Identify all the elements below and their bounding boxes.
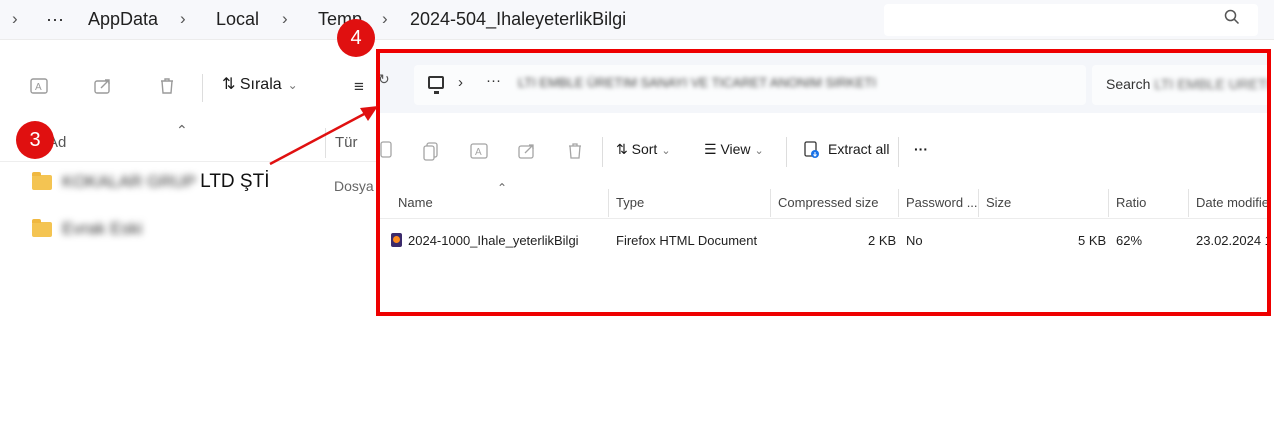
file-password: No bbox=[906, 233, 923, 248]
column-separator[interactable] bbox=[770, 189, 771, 217]
chevron-down-icon: ⌄ bbox=[661, 145, 671, 157]
column-separator[interactable] bbox=[1108, 189, 1109, 217]
column-header-password[interactable]: Password ... bbox=[906, 195, 978, 210]
zip-toolbar: A ⇅ Sort ⌄ ☰ View ⌄ Extract all ··· bbox=[380, 129, 1267, 173]
zip-column-header: ⌃ Name Type Compressed size Password ...… bbox=[380, 181, 1267, 219]
chevron-right-icon: › bbox=[282, 9, 288, 28]
column-separator[interactable] bbox=[898, 189, 899, 217]
extract-all-button[interactable]: Extract all bbox=[828, 141, 889, 157]
column-header-date-modified[interactable]: Date modified bbox=[1196, 195, 1267, 210]
file-compressed-size: 2 KB bbox=[868, 233, 897, 248]
delete-icon[interactable] bbox=[564, 141, 586, 166]
more-options-button[interactable]: ··· bbox=[914, 141, 928, 157]
zip-view-button[interactable]: ☰ View ⌄ bbox=[704, 141, 764, 158]
sort-ascending-icon: ⌃ bbox=[497, 181, 508, 195]
folder-name-blurred: Evrak Eski bbox=[62, 219, 143, 238]
column-header-type[interactable]: Tür bbox=[335, 134, 358, 151]
share-icon[interactable] bbox=[92, 76, 114, 98]
breadcrumb-ellipsis[interactable]: ··· bbox=[486, 72, 501, 89]
chevron-right-icon[interactable]: › bbox=[12, 9, 18, 29]
share-icon[interactable] bbox=[516, 141, 538, 166]
zip-address-bar: ↻ › ··· LTI EMBLE ÜRETIM SANAYI VE TICAR… bbox=[380, 53, 1267, 113]
breadcrumb-item-current-folder[interactable]: 2024-504_IhaleyeterlikBilgi bbox=[410, 9, 626, 30]
column-header-compressed-size[interactable]: Compressed size bbox=[778, 195, 878, 210]
cut-icon[interactable] bbox=[380, 141, 398, 164]
background-column-header: ⌃ Ad Tür bbox=[0, 122, 380, 162]
column-header-type[interactable]: Type bbox=[616, 195, 644, 210]
file-size: 5 KB bbox=[1078, 233, 1107, 248]
background-search-box[interactable] bbox=[884, 4, 1258, 36]
file-type: Firefox HTML Document bbox=[616, 233, 758, 248]
sort-ascending-icon: ⌃ bbox=[176, 122, 188, 138]
column-header-size[interactable]: Size bbox=[986, 195, 1011, 210]
column-separator[interactable] bbox=[1188, 189, 1189, 217]
background-sort-button[interactable]: ⇅ Sırala ⌄ bbox=[222, 74, 298, 94]
view-icon[interactable]: ≡ bbox=[348, 76, 370, 98]
toolbar-divider bbox=[602, 137, 603, 167]
folder-name-suffix: LTD ŞTİ bbox=[200, 171, 270, 192]
extract-icon bbox=[804, 141, 819, 158]
view-icon: ☰ bbox=[704, 141, 717, 157]
zip-window-highlight: ↻ › ··· LTI EMBLE ÜRETIM SANAYI VE TICAR… bbox=[376, 49, 1271, 316]
search-blurred: LTI EMBLE URETIM bbox=[1154, 76, 1271, 92]
callout-badge-3: 3 bbox=[16, 121, 54, 159]
breadcrumb-ellipsis[interactable]: ··· bbox=[46, 9, 64, 30]
chevron-right-icon: › bbox=[382, 9, 388, 28]
rename-icon[interactable]: A bbox=[28, 76, 50, 98]
file-ratio: 62% bbox=[1116, 233, 1143, 248]
zip-search-box[interactable]: Search LTI EMBLE URETIM bbox=[1092, 65, 1271, 105]
sort-label: Sort bbox=[631, 141, 658, 157]
search-label: Search bbox=[1106, 76, 1151, 92]
chevron-down-icon: ⌄ bbox=[754, 145, 764, 157]
rename-icon[interactable]: A bbox=[468, 141, 490, 166]
refresh-icon[interactable]: ↻ bbox=[380, 71, 390, 88]
monitor-icon bbox=[428, 76, 444, 94]
chevron-right-icon[interactable]: › bbox=[458, 74, 463, 91]
view-label: View bbox=[720, 141, 751, 157]
column-separator[interactable] bbox=[325, 128, 326, 158]
file-date-modified: 23.02.2024 10: bbox=[1196, 233, 1267, 248]
toolbar-divider bbox=[202, 74, 203, 102]
background-address-bar: › ··· AppData › Local › Temp › 2024-504_… bbox=[0, 0, 1274, 40]
chevron-down-icon: ⌄ bbox=[287, 78, 298, 92]
folder-name-blurred: KOKALAR GRUP bbox=[62, 172, 197, 191]
column-separator[interactable] bbox=[978, 189, 979, 217]
callout-badge-4: 4 bbox=[337, 19, 375, 57]
column-header-ratio[interactable]: Ratio bbox=[1116, 195, 1146, 210]
search-placeholder: Search LTI EMBLE URETIM bbox=[1106, 76, 1271, 92]
sort-label: Sırala bbox=[239, 76, 282, 93]
file-name: 2024-1000_Ihale_yeterlikBilgi bbox=[408, 233, 579, 248]
column-header-name[interactable]: Name bbox=[398, 195, 433, 210]
sort-icon: ⇅ bbox=[616, 141, 628, 157]
chevron-right-icon: › bbox=[180, 9, 186, 28]
folder-icon bbox=[32, 218, 52, 237]
zip-path-blurred: LTI EMBLE ÜRETIM SANAYI VE TICARET ANONI… bbox=[518, 75, 877, 90]
table-row[interactable]: 2024-1000_Ihale_yeterlikBilgi Firefox HT… bbox=[380, 227, 1267, 255]
breadcrumb-item-local[interactable]: Local bbox=[216, 9, 259, 30]
column-separator[interactable] bbox=[608, 189, 609, 217]
copy-icon[interactable] bbox=[420, 141, 442, 166]
list-item-folder-1[interactable]: KOKALAR GRUP LTD ŞTİ bbox=[32, 167, 269, 197]
list-item-folder-2[interactable]: Evrak Eski bbox=[32, 214, 142, 244]
background-toolbar: A ⇅ Sırala ⌄ ≡ bbox=[0, 62, 380, 112]
toolbar-divider bbox=[898, 137, 899, 167]
svg-text:A: A bbox=[475, 147, 482, 158]
folder-type: Dosya bbox=[334, 178, 374, 194]
delete-icon[interactable] bbox=[156, 76, 178, 98]
folder-icon bbox=[32, 171, 52, 190]
toolbar-divider bbox=[786, 137, 787, 167]
search-icon bbox=[1224, 9, 1240, 25]
zip-address-box[interactable]: › ··· LTI EMBLE ÜRETIM SANAYI VE TICARET… bbox=[414, 65, 1086, 105]
svg-text:A: A bbox=[35, 82, 42, 93]
breadcrumb-item-appdata[interactable]: AppData bbox=[88, 9, 158, 30]
firefox-document-icon bbox=[391, 233, 402, 247]
sort-icon: ⇅ bbox=[222, 76, 236, 93]
zip-sort-button[interactable]: ⇅ Sort ⌄ bbox=[616, 141, 671, 158]
